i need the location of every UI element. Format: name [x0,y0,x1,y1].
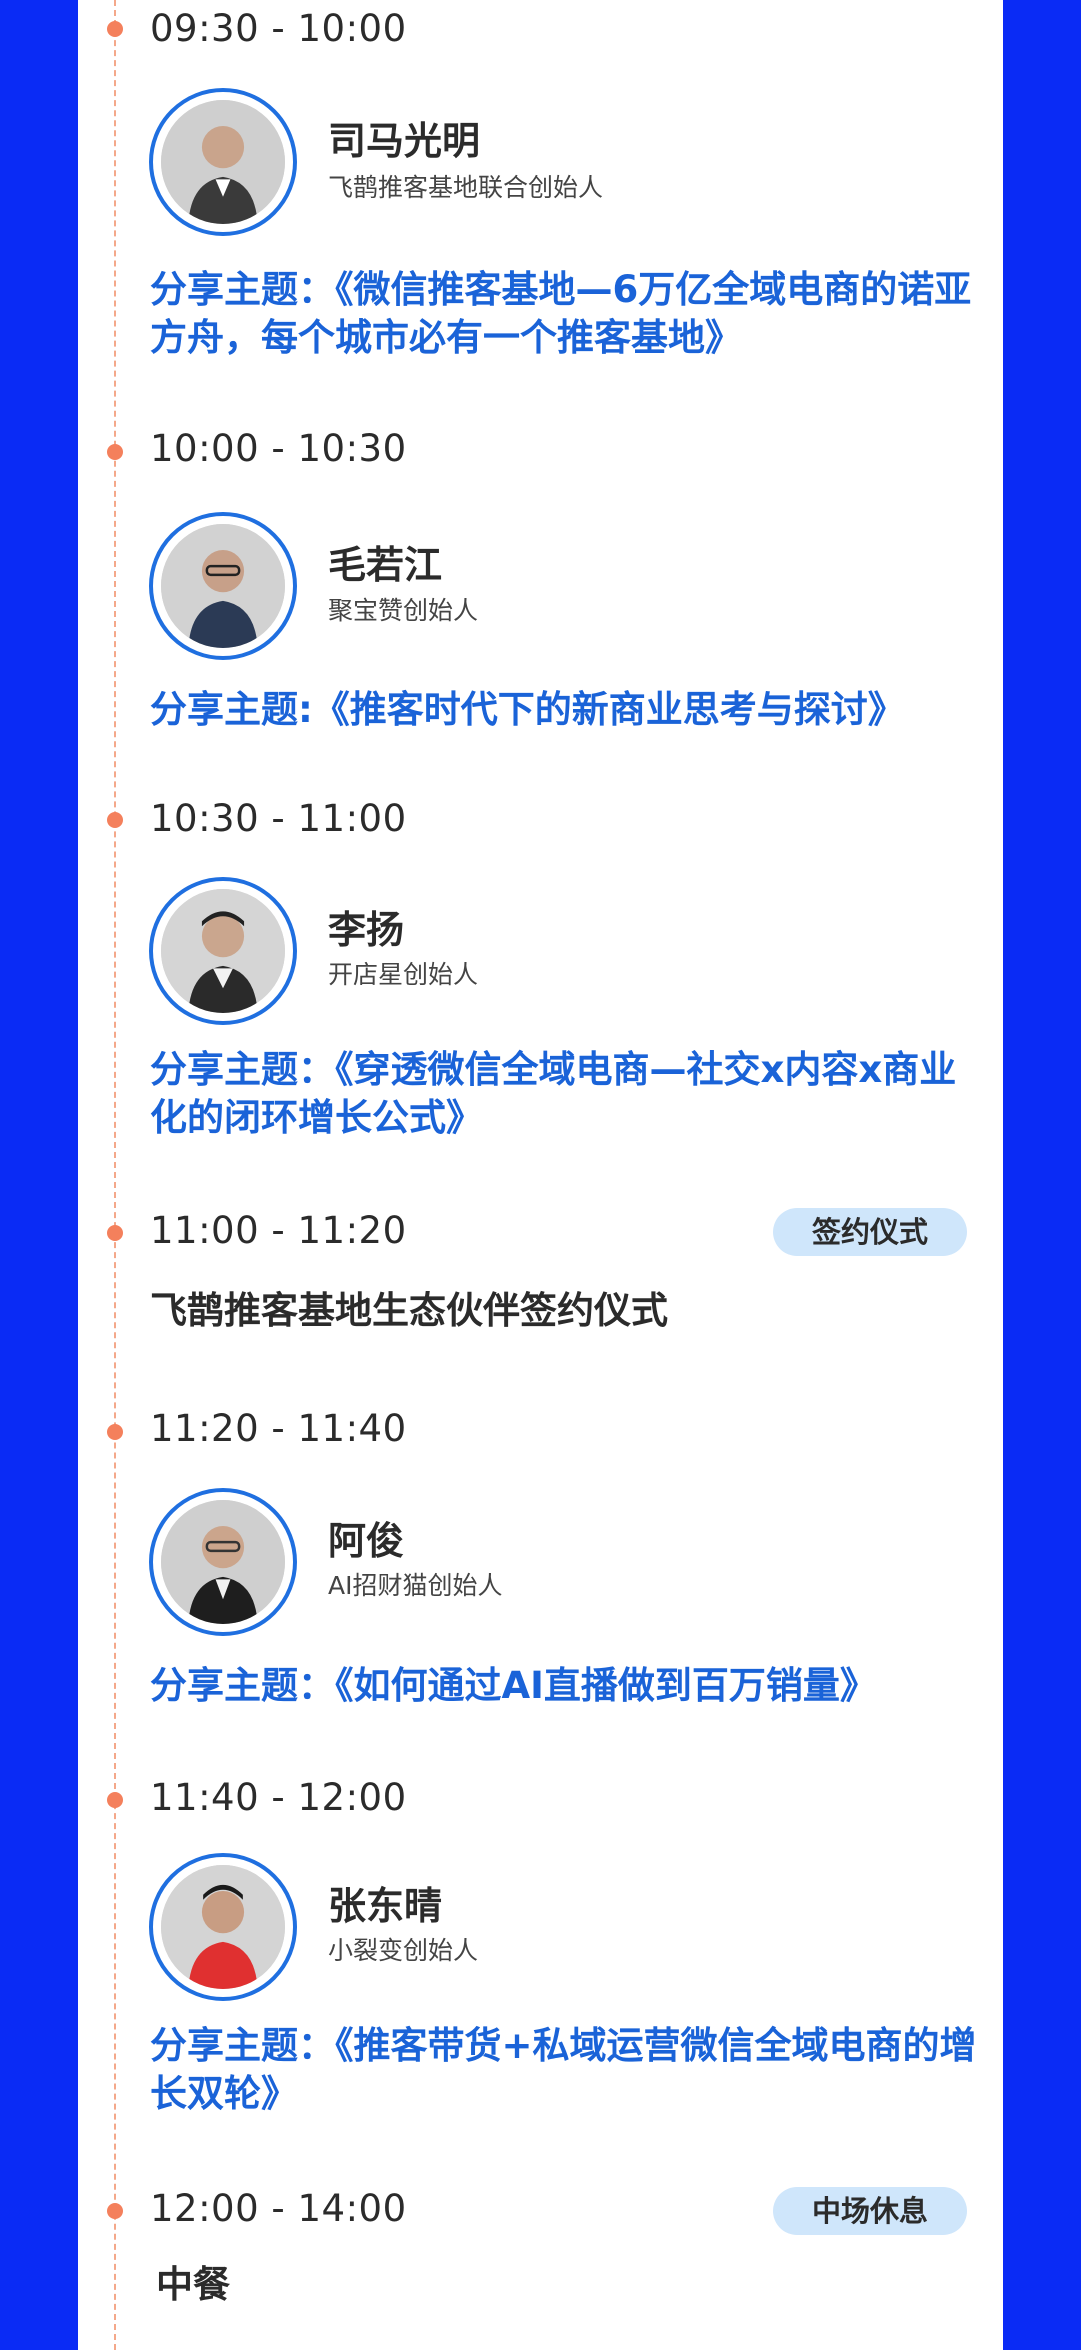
speaker-title: 开店星创始人 [328,960,479,989]
avatar-photo-icon [161,100,285,224]
session-topic: 分享主题：《穿透微信全域电商—社交x内容x商业化的闭环增长公式》 [150,1048,957,1139]
speaker-avatar [149,512,297,660]
speaker-title: 聚宝赞创始人 [328,596,479,625]
timeline-dot [107,21,123,37]
timeline-dot [107,1792,123,1808]
event-title: 飞鹊推客基地生态伙伴签约仪式 [150,1289,668,1332]
session-topic: 分享主题:《推客时代下的新商业思考与探讨》 [150,688,905,731]
speaker-avatar [149,88,297,236]
session-time: 11:20 - 11:40 [150,1407,407,1450]
session-time: 11:40 - 12:00 [150,1776,407,1819]
agenda-card: 09:30 - 10:00 司马光明 飞鹊推客基地联合创始人 分享主题：《微信推… [78,0,1003,2350]
timeline-dot [107,2203,123,2219]
session-time: 12:00 - 14:00 [150,2187,407,2230]
speaker-name: 司马光明 [328,119,481,163]
speaker-name: 李扬 [328,908,405,952]
timeline-dot [107,1225,123,1241]
session-time: 10:30 - 11:00 [150,797,407,840]
session-type-badge: 签约仪式 [773,1208,967,1256]
speaker-avatar [149,1853,297,2001]
event-title: 中餐 [156,2263,230,2306]
avatar-photo-icon [161,1865,285,1989]
avatar-photo-icon [161,524,285,648]
session-topic: 分享主题：《如何通过AI直播做到百万销量》 [150,1664,877,1707]
speaker-title: 小裂变创始人 [328,1936,479,1965]
session-time: 10:00 - 10:30 [150,427,407,470]
speaker-name: 张东晴 [328,1884,443,1928]
timeline-dot [107,812,123,828]
speaker-title: AI招财猫创始人 [328,1571,503,1600]
speaker-avatar [149,877,297,1025]
speaker-name: 阿俊 [328,1519,405,1563]
speaker-title: 飞鹊推客基地联合创始人 [328,173,604,202]
timeline-dot [107,444,123,460]
timeline-dot [107,1424,123,1440]
session-time: 11:00 - 11:20 [150,1209,407,1252]
avatar-photo-icon [161,889,285,1013]
avatar-photo-icon [161,1500,285,1624]
speaker-name: 毛若江 [328,543,443,587]
session-topic: 分享主题：《推客带货+私域运营微信全域电商的增长双轮》 [150,2024,977,2115]
timeline-line [114,0,116,2350]
session-topic: 分享主题：《微信推客基地—6万亿全域电商的诺亚方舟，每个城市必有一个推客基地》 [150,268,972,359]
speaker-avatar [149,1488,297,1636]
session-type-badge: 中场休息 [773,2187,967,2235]
session-time: 09:30 - 10:00 [150,7,407,50]
